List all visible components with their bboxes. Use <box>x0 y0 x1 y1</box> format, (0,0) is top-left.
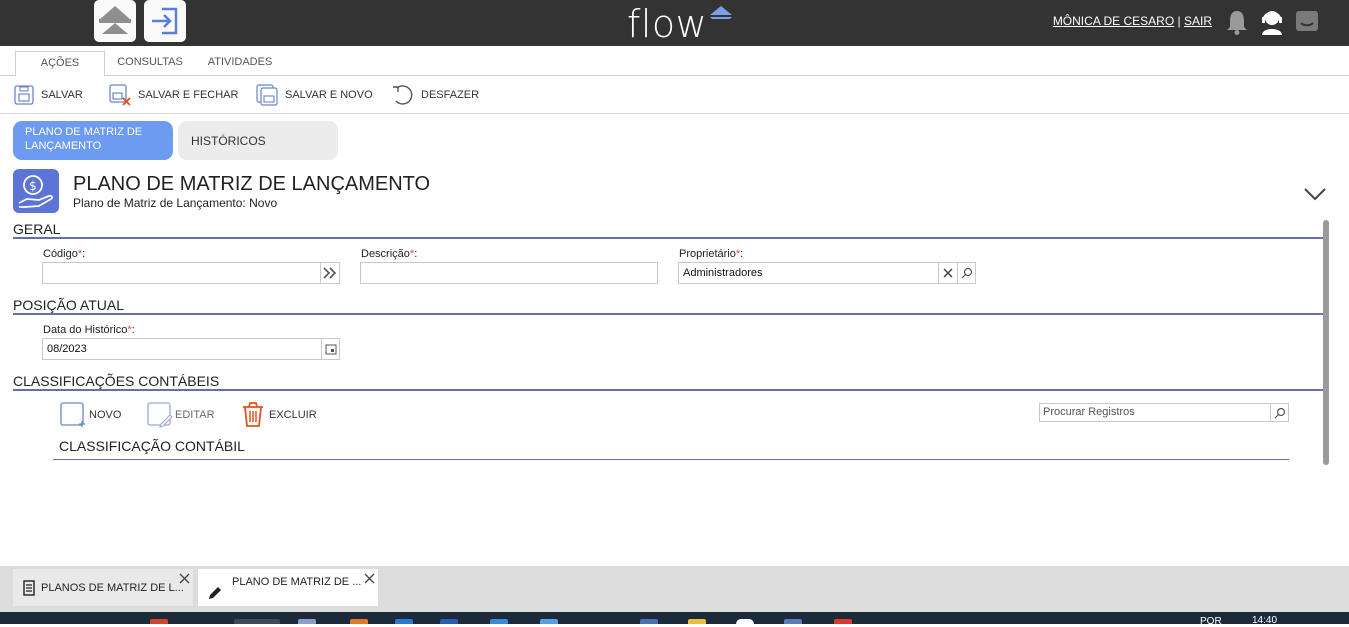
code-label: Código*: <box>43 248 86 260</box>
section-geral: GERAL <box>13 222 1323 239</box>
brand-logo: flow <box>627 2 708 46</box>
save-close-label: SALVAR E FECHAR <box>138 89 239 101</box>
taskbar-app-icon[interactable] <box>688 619 706 624</box>
taskbar-clock[interactable]: 14:40 <box>1252 615 1277 626</box>
owner-value: Administradores <box>683 267 763 279</box>
code-field[interactable] <box>42 262 340 284</box>
description-field[interactable] <box>360 262 658 284</box>
calendar-button[interactable] <box>321 339 339 359</box>
double-chevron-right-icon <box>323 267 337 279</box>
owner-field[interactable]: Administradores <box>678 262 976 284</box>
os-taskbar: POR 14:40 <box>0 612 1349 627</box>
description-label: Descrição*: <box>361 248 418 260</box>
page-subtitle: Plano de Matriz de Lançamento: Novo <box>73 196 278 210</box>
taskbar-app-icon[interactable] <box>350 619 368 624</box>
records-search-input[interactable]: Procurar Registros <box>1039 403 1289 422</box>
close-icon <box>943 268 953 278</box>
logout-link[interactable]: SAIR <box>1184 14 1212 28</box>
support-icon[interactable] <box>1260 9 1284 37</box>
taskbar-app-icon[interactable] <box>150 619 168 624</box>
delete-label: EXCLUIR <box>269 409 317 421</box>
section-classificacoes: CLASSIFICAÇÕES CONTÁBEIS <box>13 374 1323 391</box>
history-date-field[interactable]: 08/2023 <box>42 338 340 360</box>
login-icon <box>152 7 178 35</box>
new-label: NOVO <box>89 409 122 421</box>
history-date-value: 08/2023 <box>47 343 87 355</box>
taskbar-app-icon[interactable] <box>784 619 802 624</box>
save-close-button[interactable]: SALVAR E FECHAR <box>108 82 238 108</box>
undo-button[interactable]: DESFAZER <box>391 82 479 108</box>
save-icon <box>14 85 34 105</box>
delete-record-button[interactable]: EXCLUIR <box>241 402 317 428</box>
cloud-icon <box>99 6 131 34</box>
window-tab-form-label: PLANO DE MATRIZ DE ... <box>232 575 362 588</box>
grid-column-header[interactable]: CLASSIFICAÇÃO CONTÁBIL <box>53 438 1289 460</box>
brand-mark-icon <box>710 6 732 19</box>
undo-icon <box>393 85 413 105</box>
action-toolbar: SALVAR SALVAR E FECHAR SALVAR E NOVO DES… <box>0 76 1349 114</box>
pencil-icon <box>209 586 221 599</box>
menu-tabs: AÇÕES CONSULTAS ATIVIDADES <box>0 46 1349 77</box>
cloud-button[interactable] <box>94 0 136 42</box>
money-hand-icon: $ <box>13 169 59 213</box>
save-new-label: SALVAR E NOVO <box>285 89 373 101</box>
taskbar-app-icon[interactable] <box>640 619 658 624</box>
user-separator: | <box>1177 14 1181 28</box>
search-icon <box>1274 407 1285 418</box>
edit-label: EDITAR <box>175 409 215 421</box>
save-new-button[interactable]: SALVAR E NOVO <box>255 82 373 108</box>
taskbar-app-icon[interactable] <box>440 619 458 624</box>
owner-clear-button[interactable] <box>938 263 957 283</box>
tab-consultas[interactable]: CONSULTAS <box>110 51 190 76</box>
section-posicao-atual: POSIÇÃO ATUAL <box>13 298 1323 315</box>
save-label: SALVAR <box>41 89 83 101</box>
taskbar-app-icon[interactable] <box>298 619 316 624</box>
records-search-button[interactable] <box>1270 404 1288 421</box>
tab-plano-matriz[interactable]: PLANO DE MATRIZ DE LANÇAMENTO <box>13 121 173 160</box>
save-close-icon <box>109 84 131 106</box>
taskbar-app-icon[interactable] <box>736 619 754 624</box>
window-tab-list[interactable]: PLANOS DE MATRIZ DE L... <box>13 569 193 606</box>
owner-label: Proprietário*: <box>679 248 744 260</box>
top-bar: flow MÔNICA DE CESARO | SAIR <box>0 0 1349 46</box>
bell-icon[interactable] <box>1226 9 1248 35</box>
chat-icon[interactable] <box>1295 9 1319 35</box>
close-icon[interactable] <box>364 573 375 584</box>
owner-search-button[interactable] <box>957 263 975 283</box>
chevron-down-icon[interactable] <box>1303 186 1327 202</box>
taskbar-active-app[interactable] <box>234 619 280 624</box>
edit-record-button[interactable]: EDITAR <box>147 402 215 428</box>
user-area: MÔNICA DE CESARO | SAIR <box>1053 14 1212 28</box>
window-tabs-bar: PLANOS DE MATRIZ DE L... PLANO DE MATRIZ… <box>0 566 1349 612</box>
search-icon <box>961 267 972 279</box>
search-placeholder: Procurar Registros <box>1043 406 1135 418</box>
save-button[interactable]: SALVAR <box>13 82 83 108</box>
tab-atividades[interactable]: ATIVIDADES <box>200 51 280 76</box>
vertical-scrollbar[interactable] <box>1323 220 1329 465</box>
trash-icon <box>243 402 263 427</box>
user-name-link[interactable]: MÔNICA DE CESARO <box>1053 14 1174 28</box>
list-icon <box>23 579 35 596</box>
taskbar-app-icon[interactable] <box>540 619 558 624</box>
calendar-icon <box>325 344 336 355</box>
undo-label: DESFAZER <box>421 89 480 101</box>
taskbar-language[interactable]: POR <box>1200 616 1222 627</box>
taskbar-app-icon[interactable] <box>490 619 508 624</box>
new-record-button[interactable]: NOVO <box>60 402 121 428</box>
taskbar-app-icon[interactable] <box>834 619 852 624</box>
new-icon <box>60 402 85 427</box>
svg-text:$: $ <box>29 179 37 193</box>
code-next-button[interactable] <box>320 263 339 283</box>
history-date-label: Data do Histórico*: <box>43 324 135 336</box>
edit-icon <box>147 402 173 428</box>
taskbar-app-icon[interactable] <box>395 619 413 624</box>
save-new-icon <box>256 84 278 106</box>
tab-historicos[interactable]: HISTÓRICOS <box>178 121 338 160</box>
tab-acoes[interactable]: AÇÕES <box>15 51 105 77</box>
close-icon[interactable] <box>179 573 190 584</box>
window-tab-list-label: PLANOS DE MATRIZ DE L... <box>41 581 184 594</box>
window-tab-form[interactable]: PLANO DE MATRIZ DE ... <box>198 569 378 606</box>
page-title: PLANO DE MATRIZ DE LANÇAMENTO <box>73 173 431 195</box>
login-button[interactable] <box>144 0 186 42</box>
